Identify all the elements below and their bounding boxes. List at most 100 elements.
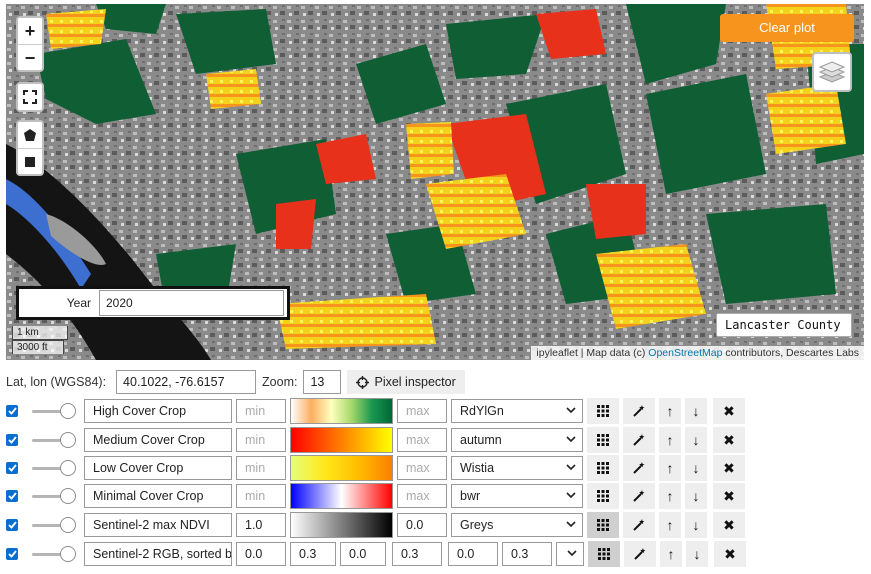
draw-rectangle-button[interactable] [18,148,42,174]
attribution-prefix: ipyleaflet | Map data (c) [536,347,649,359]
chevron-down-icon [567,550,577,557]
colormap-select[interactable]: bwr [451,484,583,508]
remove-layer-button[interactable]: ✖ [713,483,745,509]
max-input[interactable]: max [397,456,447,480]
min-input[interactable]: min [236,399,286,423]
move-up-button[interactable]: ↑ [659,455,681,481]
map-view[interactable]: + − Clear plot Year 2020 Lancaster Count… [6,4,864,360]
zoom-out-button[interactable]: − [18,44,42,70]
max-input[interactable]: max [397,428,447,452]
grid-toggle-button[interactable] [587,512,619,538]
rgb-range-input[interactable]: 0.3 [502,542,552,566]
layer-name-input[interactable]: Medium Cover Crop [84,428,232,452]
min-input[interactable]: min [236,484,286,508]
grid-toggle-button[interactable] [588,541,620,567]
rgb-range-input[interactable]: 0.0 [236,542,286,566]
layer-name-input[interactable]: Sentinel-2 RGB, sorted by [84,542,232,566]
layer-name-input[interactable]: Sentinel-2 max NDVI [84,513,232,537]
layer-visible-checkbox[interactable] [6,434,18,446]
max-input[interactable]: max [397,399,447,423]
grid-toggle-button[interactable] [587,427,619,453]
grid-toggle-button[interactable] [587,483,619,509]
max-input[interactable]: 0.0 [397,513,447,537]
move-down-button[interactable]: ↓ [685,483,707,509]
layer-name-input[interactable]: Low Cover Crop [84,456,232,480]
grid-toggle-button[interactable] [587,455,619,481]
county-label: Lancaster County [716,313,852,337]
zoom-control: + − [16,16,44,72]
opacity-slider[interactable] [32,432,76,448]
move-up-button[interactable]: ↑ [659,512,681,538]
draw-polygon-button[interactable] [18,122,42,148]
colormap-select[interactable]: Greys [451,513,583,537]
move-down-button[interactable]: ↓ [685,455,707,481]
colormap-select[interactable]: Wistia [451,456,583,480]
magic-wand-button[interactable] [623,455,655,481]
magic-wand-button[interactable] [623,427,655,453]
slider-handle[interactable] [60,460,76,476]
move-up-button[interactable]: ↑ [659,483,681,509]
rgb-range-input[interactable]: 0.0 [448,542,498,566]
magic-wand-button[interactable] [623,398,655,424]
opacity-slider[interactable] [32,517,76,533]
rgb-range-input[interactable]: 0.3 [392,542,442,566]
colormap-select[interactable]: RdYlGn [451,399,583,423]
zoom-input[interactable]: 13 [303,370,342,394]
colormap-preview [290,398,393,424]
layers-button[interactable] [812,52,852,92]
layer-name-input[interactable]: High Cover Crop [84,399,232,423]
remove-layer-button[interactable]: ✖ [713,427,745,453]
colormap-select-value: RdYlGn [460,404,504,418]
layer-visible-checkbox[interactable] [6,462,18,474]
layer-visible-checkbox[interactable] [6,490,18,502]
opacity-slider[interactable] [32,403,76,419]
rgb-range-input[interactable]: 0.3 [290,542,336,566]
move-down-button[interactable]: ↓ [685,427,707,453]
osm-link[interactable]: OpenStreetMap [648,347,722,359]
move-up-button[interactable]: ↑ [659,427,681,453]
slider-handle[interactable] [60,488,76,504]
move-down-button[interactable]: ↓ [686,541,708,567]
remove-layer-button[interactable]: ✖ [713,512,745,538]
grid-icon [597,519,609,531]
remove-layer-button[interactable]: ✖ [713,398,745,424]
chevron-down-icon [566,407,576,414]
move-down-button[interactable]: ↓ [685,398,707,424]
opacity-slider[interactable] [32,546,76,562]
year-input[interactable]: 2020 [99,290,284,316]
min-input[interactable]: min [236,456,286,480]
min-input[interactable]: min [236,428,286,452]
magic-wand-button[interactable] [623,483,655,509]
latlon-input[interactable]: 40.1022, -76.6157 [116,370,257,394]
layer-visible-checkbox[interactable] [6,405,18,417]
remove-layer-button[interactable]: ✖ [714,541,746,567]
slider-handle[interactable] [60,432,76,448]
layer-visible-checkbox[interactable] [6,519,18,531]
layer-visible-checkbox[interactable] [6,548,18,560]
colormap-select-value: bwr [460,489,481,503]
remove-layer-button[interactable]: ✖ [713,455,745,481]
rgb-sort-select[interactable] [556,542,584,566]
move-down-button[interactable]: ↓ [685,512,707,538]
grid-toggle-button[interactable] [587,398,619,424]
slider-handle[interactable] [60,517,76,533]
slider-handle[interactable] [60,403,76,419]
colormap-select[interactable]: autumn [451,428,583,452]
magic-wand-button[interactable] [624,541,656,567]
min-input[interactable]: 1.0 [236,513,286,537]
layer-name-input[interactable]: Minimal Cover Crop [84,484,232,508]
clear-plot-button[interactable]: Clear plot [720,14,854,42]
pixel-inspector-button[interactable]: Pixel inspector [347,370,465,394]
slider-handle[interactable] [60,546,76,562]
rgb-range-input[interactable]: 0.0 [340,542,386,566]
opacity-slider[interactable] [32,460,76,476]
attribution: ipyleaflet | Map data (c) OpenStreetMap … [531,346,864,360]
fullscreen-button[interactable] [18,84,42,110]
opacity-slider[interactable] [32,488,76,504]
magic-wand-button[interactable] [623,512,655,538]
layers-icon [819,61,845,83]
zoom-in-button[interactable]: + [18,18,42,44]
move-up-button[interactable]: ↑ [660,541,682,567]
max-input[interactable]: max [397,484,447,508]
move-up-button[interactable]: ↑ [659,398,681,424]
